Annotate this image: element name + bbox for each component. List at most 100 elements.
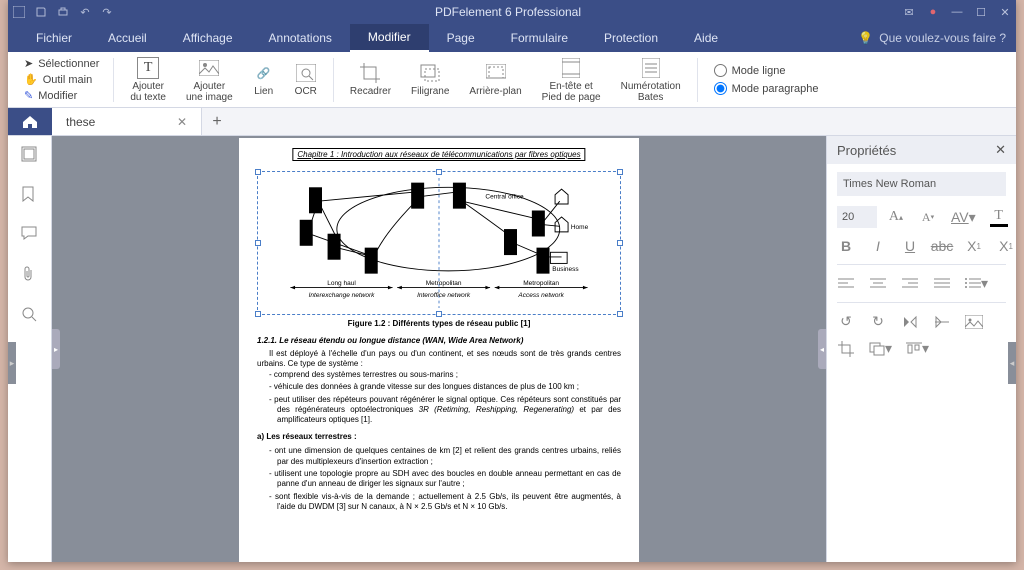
- add-text-button[interactable]: TAjouter du texte: [122, 57, 174, 103]
- page-header: Chapitre 1 : Introduction aux réseaux de…: [292, 148, 585, 161]
- properties-panel: Propriétés ✕ A▴ A▾ AV▾ T B I U abc: [826, 136, 1016, 562]
- mode-line-radio[interactable]: Mode ligne: [714, 64, 819, 77]
- menu-annotations[interactable]: Annotations: [251, 24, 350, 52]
- image-icon: [198, 57, 220, 79]
- watermark-button[interactable]: Filigrane: [403, 62, 457, 97]
- strikethrough-icon[interactable]: abc: [933, 238, 951, 254]
- rotate-right-icon[interactable]: ↻: [869, 313, 887, 330]
- add-image-button[interactable]: Ajouter une image: [178, 57, 241, 103]
- crop-image-icon[interactable]: [837, 341, 855, 357]
- flip-vertical-icon[interactable]: [901, 315, 919, 329]
- bates-button[interactable]: Numérotation Bates: [613, 57, 689, 103]
- header-footer-button[interactable]: En-tête et Pied de page: [534, 57, 609, 103]
- document-tab[interactable]: these✕: [52, 108, 202, 135]
- bold-icon[interactable]: B: [837, 238, 855, 254]
- ribbon: ➤Sélectionner ✋Outil main ✎Modifier TAjo…: [8, 52, 1016, 108]
- undo-icon[interactable]: ↶: [78, 5, 92, 19]
- italic-icon[interactable]: I: [869, 238, 887, 254]
- svg-text:Metropolitan: Metropolitan: [426, 280, 462, 287]
- font-size-input[interactable]: [837, 206, 877, 228]
- align-left-icon[interactable]: [837, 278, 855, 290]
- subscript-icon[interactable]: X1: [997, 238, 1015, 254]
- selected-image[interactable]: Central office Home Business Long haulIn…: [257, 171, 621, 315]
- cursor-icon: ➤: [24, 57, 33, 70]
- svg-text:Access network: Access network: [517, 292, 564, 299]
- link-button[interactable]: 🔗Lien: [245, 62, 283, 97]
- tabbar: these✕ +: [8, 108, 1016, 136]
- menu-aide[interactable]: Aide: [676, 24, 736, 52]
- crop-button[interactable]: Recadrer: [342, 62, 399, 97]
- notification-icon[interactable]: ●: [926, 5, 940, 19]
- align-center-icon[interactable]: [869, 278, 887, 290]
- tab-home[interactable]: [8, 108, 52, 135]
- decrease-font-icon[interactable]: A▾: [919, 210, 937, 225]
- svg-text:Home: Home: [571, 224, 589, 231]
- section-title: 1.2.1. Le réseau étendu ou longue distan…: [257, 336, 621, 345]
- svg-text:Central office: Central office: [485, 193, 524, 200]
- align-justify-icon[interactable]: [933, 278, 951, 290]
- select-tool[interactable]: ➤Sélectionner: [24, 57, 99, 70]
- menu-modifier[interactable]: Modifier: [350, 24, 429, 52]
- align-objects-icon[interactable]: ▾: [906, 340, 929, 357]
- list-icon[interactable]: ▾: [965, 275, 988, 292]
- subsection: a) Les réseaux terrestres :: [257, 432, 621, 442]
- paragraph: ont une dimension de quelques centaines …: [257, 446, 621, 512]
- window-title: PDFelement 6 Professional: [114, 5, 902, 19]
- redo-icon[interactable]: ↷: [100, 5, 114, 19]
- superscript-icon[interactable]: X1: [965, 238, 983, 254]
- bates-icon: [640, 57, 662, 79]
- svg-text:Metropolitan: Metropolitan: [523, 280, 559, 287]
- text-color-icon[interactable]: T: [990, 208, 1008, 227]
- menu-page[interactable]: Page: [429, 24, 493, 52]
- tab-close-icon[interactable]: ✕: [177, 115, 187, 129]
- svg-text:Interoffice network: Interoffice network: [417, 292, 471, 299]
- app-icon: [12, 5, 26, 19]
- flip-horizontal-icon[interactable]: [933, 315, 951, 329]
- document-canvas[interactable]: ▸ Chapitre 1 : Introduction aux réseaux …: [52, 136, 826, 562]
- pencil-icon: ✎: [24, 89, 33, 102]
- increase-font-icon[interactable]: A▴: [887, 209, 905, 225]
- maximize-icon[interactable]: ☐: [974, 5, 988, 19]
- char-spacing-icon[interactable]: AV▾: [951, 209, 976, 226]
- bookmark-icon[interactable]: [21, 186, 39, 204]
- hand-tool[interactable]: ✋Outil main: [24, 73, 99, 86]
- rotate-left-icon[interactable]: ↺: [837, 313, 855, 330]
- menu-protection[interactable]: Protection: [586, 24, 676, 52]
- thumbnails-icon[interactable]: [21, 146, 39, 164]
- properties-title: Propriétés: [837, 143, 896, 158]
- left-expand-handle[interactable]: ▸: [52, 329, 60, 369]
- properties-close-icon[interactable]: ✕: [995, 142, 1006, 158]
- background-button[interactable]: Arrière-plan: [461, 62, 529, 97]
- mail-icon[interactable]: ✉: [902, 5, 916, 19]
- modify-tool[interactable]: ✎Modifier: [24, 89, 99, 102]
- replace-image-icon[interactable]: [965, 315, 983, 329]
- ocr-button[interactable]: OCR: [287, 62, 325, 97]
- link-icon: 🔗: [253, 62, 275, 84]
- left-collapse-tab[interactable]: ▸: [8, 342, 16, 384]
- search-icon[interactable]: [21, 306, 39, 324]
- menu-fichier[interactable]: Fichier: [18, 24, 90, 52]
- comment-icon[interactable]: [21, 226, 39, 244]
- text-icon: T: [137, 57, 159, 79]
- print-icon[interactable]: [56, 5, 70, 19]
- font-family-select[interactable]: [837, 172, 1006, 196]
- underline-icon[interactable]: U: [901, 238, 919, 254]
- menu-formulaire[interactable]: Formulaire: [493, 24, 586, 52]
- mode-paragraph-radio[interactable]: Mode paragraphe: [714, 82, 819, 95]
- lightbulb-icon: 💡: [858, 31, 873, 45]
- right-expand-handle[interactable]: ◂: [818, 329, 826, 369]
- ocr-icon: [295, 62, 317, 84]
- close-icon[interactable]: ✕: [998, 5, 1012, 19]
- arrange-icon[interactable]: ▾: [869, 340, 892, 357]
- help-search[interactable]: 💡 Que voulez-vous faire ?: [858, 31, 1006, 45]
- align-right-icon[interactable]: [901, 278, 919, 290]
- minimize-icon[interactable]: —: [950, 5, 964, 19]
- save-icon[interactable]: [34, 5, 48, 19]
- tab-add-button[interactable]: +: [202, 113, 232, 131]
- attachment-icon[interactable]: [21, 266, 39, 284]
- right-collapse-tab[interactable]: ◂: [1008, 342, 1016, 384]
- menu-accueil[interactable]: Accueil: [90, 24, 165, 52]
- header-footer-icon: [560, 57, 582, 79]
- menu-affichage[interactable]: Affichage: [165, 24, 251, 52]
- svg-text:Long haul: Long haul: [327, 280, 356, 287]
